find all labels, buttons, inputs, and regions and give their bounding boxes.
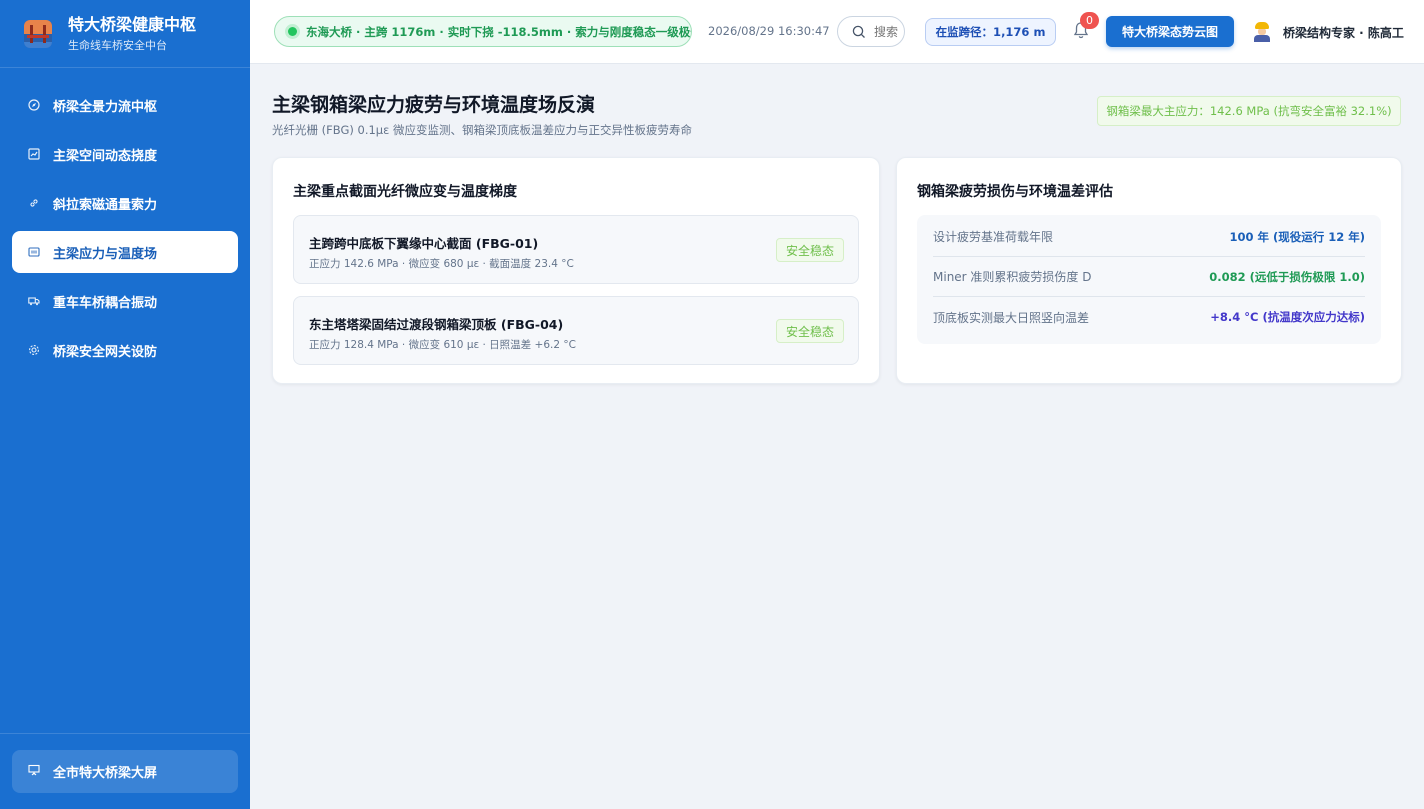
fbg-strain-card: 主梁重点截面光纤微应变与温度梯度 主跨跨中底板下翼缘中心截面 (FBG-01) … [272, 157, 880, 384]
assessment-value: 100 年 (现役运行 12 年) [1229, 229, 1365, 244]
sidebar-item-deflection[interactable]: 主梁空间动态挠度 [12, 133, 238, 175]
city-bridge-screen-label: 全市特大桥梁大屏 [53, 766, 158, 781]
user-name: 桥梁结构专家 · 陈高工 [1283, 25, 1404, 40]
sidebar-item-label: 重车车桥耦合振动 [53, 295, 158, 311]
assessment-label: 设计疲劳基准荷载年限 [933, 230, 1054, 244]
sensor-metrics: 正应力 128.4 MPa · 微应变 610 με · 日照温差 +6.2 °… [309, 339, 576, 351]
bridge-logo-icon [24, 19, 52, 48]
sensor-name: 主跨跨中底板下翼缘中心截面 (FBG-01) [309, 236, 539, 251]
current-datetime: 2026/08/29 16:30:47 [708, 24, 830, 38]
sidebar-item-vibration[interactable]: 重车车桥耦合振动 [12, 280, 238, 322]
sensor-name: 东主塔塔梁固结过渡段钢箱梁顶板 (FBG-04) [309, 317, 564, 332]
search-box[interactable] [837, 16, 905, 47]
sidebar-item-label: 主梁空间动态挠度 [53, 148, 158, 164]
max-stress-alert: 钢箱梁最大主应力：142.6 MPa (抗弯安全富裕 32.1%) [1097, 96, 1401, 126]
sidebar-item-security-gateway[interactable]: 桥梁安全网关设防 [12, 329, 238, 371]
sensor-metrics: 正应力 142.6 MPa · 微应变 680 με · 截面温度 23.4 °… [309, 258, 574, 270]
bridge-status-text: 东海大桥 · 主跨 1176m · 实时下挠 -118.5mm · 索力与刚度稳… [306, 24, 692, 39]
engineer-avatar-icon [1253, 22, 1271, 42]
presentation-screen-icon [28, 764, 40, 779]
situation-cloud-map-button[interactable]: 特大桥梁态势云图 [1106, 16, 1234, 47]
truck-icon [28, 295, 40, 307]
search-input[interactable] [874, 24, 904, 39]
notification-count-badge: 0 [1080, 12, 1099, 29]
compass-icon [28, 99, 40, 111]
assessment-row: 顶底板实测最大日照竖向温差 +8.4 °C (抗温度次应力达标) [933, 297, 1365, 337]
status-badge: 安全稳态 [776, 319, 844, 343]
gear-icon [28, 344, 40, 356]
sensor-item[interactable]: 东主塔塔梁固结过渡段钢箱梁顶板 (FBG-04) 正应力 128.4 MPa ·… [293, 296, 859, 365]
brand: 特大桥梁健康中枢 生命线车桥安全中台 [0, 0, 250, 68]
monitored-span-badge: 在监跨径：1,176 m [925, 18, 1056, 46]
gauge-bars-icon [28, 246, 40, 258]
assessment-row: Miner 准则累积疲劳损伤度 D 0.082 (远低于损伤极限 1.0) [933, 257, 1365, 297]
line-chart-icon [28, 148, 40, 160]
assessment-label: Miner 准则累积疲劳损伤度 D [933, 270, 1092, 284]
sidebar-footer: 全市特大桥梁大屏 [0, 733, 250, 809]
status-badge: 安全稳态 [776, 238, 844, 262]
assessment-row: 设计疲劳基准荷载年限 100 年 (现役运行 12 年) [933, 217, 1365, 257]
sidebar-item-label: 桥梁安全网关设防 [53, 344, 158, 360]
search-icon [852, 25, 865, 38]
card-title: 钢箱梁疲劳损伤与环境温差评估 [917, 184, 1113, 200]
brand-title: 特大桥梁健康中枢 [68, 14, 197, 34]
sidebar-item-panorama[interactable]: 桥梁全景力流中枢 [12, 84, 238, 126]
page-subtitle: 光纤光栅 (FBG) 0.1με 微应变监测、钢箱梁顶底板温差应力与正交异性板疲… [272, 123, 692, 137]
sidebar-nav: 桥梁全景力流中枢 主梁空间动态挠度 斜拉索磁通量索力 主梁应力与温度场 重车车桥… [0, 68, 250, 371]
card-title: 主梁重点截面光纤微应变与温度梯度 [293, 184, 517, 200]
sidebar-item-cable-force[interactable]: 斜拉索磁通量索力 [12, 182, 238, 224]
sidebar-item-label: 主梁应力与温度场 [53, 246, 158, 262]
city-bridge-screen-button[interactable]: 全市特大桥梁大屏 [12, 750, 238, 793]
sidebar-item-label: 斜拉索磁通量索力 [53, 197, 158, 213]
brand-subtitle: 生命线车桥安全中台 [68, 38, 167, 52]
main-content: 主梁钢箱梁应力疲劳与环境温度场反演 光纤光栅 (FBG) 0.1με 微应变监测… [250, 64, 1424, 809]
sidebar-item-label: 桥梁全景力流中枢 [53, 99, 158, 115]
fatigue-assessment-card: 钢箱梁疲劳损伤与环境温差评估 设计疲劳基准荷载年限 100 年 (现役运行 12… [896, 157, 1402, 384]
status-dot-icon [288, 27, 297, 36]
sidebar-item-stress-temperature[interactable]: 主梁应力与温度场 [12, 231, 238, 273]
sidebar: 特大桥梁健康中枢 生命线车桥安全中台 桥梁全景力流中枢 主梁空间动态挠度 斜拉索… [0, 0, 250, 809]
assessment-label: 顶底板实测最大日照竖向温差 [933, 310, 1090, 325]
top-header: 东海大桥 · 主跨 1176m · 实时下挠 -118.5mm · 索力与刚度稳… [250, 0, 1424, 64]
bridge-status-pill: 东海大桥 · 主跨 1176m · 实时下挠 -118.5mm · 索力与刚度稳… [274, 16, 692, 47]
assessment-value: 0.082 (远低于损伤极限 1.0) [1209, 269, 1365, 284]
link-icon [28, 197, 40, 209]
page-title: 主梁钢箱梁应力疲劳与环境温度场反演 [272, 94, 596, 116]
assessment-list: 设计疲劳基准荷载年限 100 年 (现役运行 12 年) Miner 准则累积疲… [917, 215, 1381, 344]
user-profile[interactable]: 桥梁结构专家 · 陈高工 [1253, 22, 1404, 42]
assessment-value: +8.4 °C (抗温度次应力达标) [1210, 310, 1365, 324]
sensor-item[interactable]: 主跨跨中底板下翼缘中心截面 (FBG-01) 正应力 142.6 MPa · 微… [293, 215, 859, 284]
